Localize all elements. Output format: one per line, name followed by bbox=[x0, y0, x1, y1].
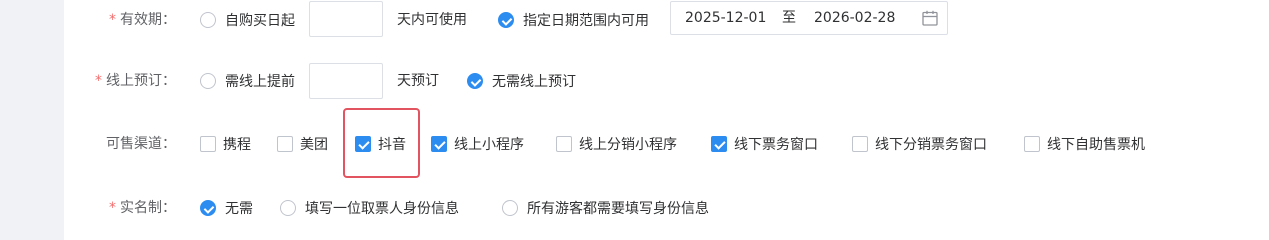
sales-channels-row: 可售渠道： 携程 美团 抖音 线上小程序 线上分销小程序 线下票务窗口 线下分销… bbox=[0, 124, 1269, 164]
required-mark: * bbox=[109, 200, 116, 216]
range-separator: 至 bbox=[782, 10, 796, 26]
radio-from-purchase-label: 自购买日起 bbox=[225, 13, 295, 29]
date-range-picker[interactable]: 2025-12-01 至 2026-02-28 bbox=[670, 1, 948, 35]
channel-douyin[interactable]: 抖音 bbox=[355, 124, 406, 164]
radio-no-online-booking-label: 无需线上预订 bbox=[492, 74, 576, 90]
radio-date-range[interactable]: 指定日期范围内可用 bbox=[498, 0, 649, 40]
validity-days-input[interactable] bbox=[309, 1, 383, 37]
end-date: 2026-02-28 bbox=[814, 10, 896, 26]
advance-days-input[interactable] bbox=[309, 63, 383, 99]
checkbox[interactable] bbox=[1024, 136, 1040, 152]
checkbox[interactable] bbox=[277, 136, 293, 152]
radio-circle[interactable] bbox=[200, 73, 216, 89]
radio-real-name-one-person[interactable]: 填写一位取票人身份信息 bbox=[280, 188, 459, 228]
radio-real-name-all-visitors[interactable]: 所有游客都需要填写身份信息 bbox=[502, 188, 709, 228]
radio-advance-booking[interactable]: 需线上提前 bbox=[200, 61, 295, 101]
checkbox[interactable] bbox=[852, 136, 868, 152]
radio-circle-checked[interactable] bbox=[467, 73, 483, 89]
checkbox[interactable] bbox=[200, 136, 216, 152]
validity-days-suffix: 天内可使用 bbox=[397, 12, 467, 28]
start-date: 2025-12-01 bbox=[685, 10, 767, 26]
advance-days-suffix: 天预订 bbox=[397, 73, 439, 89]
sales-channels-label: 可售渠道： bbox=[106, 136, 176, 152]
validity-label: * 有效期： bbox=[109, 12, 176, 28]
real-name-label: * 实名制： bbox=[109, 200, 176, 216]
validity-row: * 有效期： 自购买日起 天内可使用 指定日期范围内可用 2025-12-01 至… bbox=[0, 0, 1269, 40]
channel-online-miniprogram[interactable]: 线上小程序 bbox=[431, 124, 524, 164]
channel-ctrip[interactable]: 携程 bbox=[200, 124, 251, 164]
radio-date-range-label: 指定日期范围内可用 bbox=[523, 13, 649, 29]
radio-circle[interactable] bbox=[280, 200, 296, 216]
online-booking-row: * 线上预订： 需线上提前 天预订 无需线上预订 bbox=[0, 61, 1269, 101]
required-mark: * bbox=[95, 73, 102, 89]
checkbox-checked[interactable] bbox=[431, 136, 447, 152]
radio-from-purchase[interactable]: 自购买日起 bbox=[200, 0, 295, 40]
radio-advance-booking-label: 需线上提前 bbox=[225, 74, 295, 90]
channel-online-distribution-miniprogram[interactable]: 线上分销小程序 bbox=[556, 124, 677, 164]
checkbox-checked[interactable] bbox=[355, 136, 371, 152]
radio-circle-checked[interactable] bbox=[498, 12, 514, 28]
real-name-row: * 实名制： 无需 填写一位取票人身份信息 所有游客都需要填写身份信息 bbox=[0, 188, 1269, 228]
radio-circle[interactable] bbox=[200, 12, 216, 28]
radio-circle-checked[interactable] bbox=[200, 200, 216, 216]
calendar-icon[interactable] bbox=[921, 9, 939, 27]
checkbox[interactable] bbox=[556, 136, 572, 152]
radio-circle[interactable] bbox=[502, 200, 518, 216]
radio-real-name-none[interactable]: 无需 bbox=[200, 188, 253, 228]
radio-no-online-booking[interactable]: 无需线上预订 bbox=[467, 61, 576, 101]
channel-self-service-machine[interactable]: 线下自助售票机 bbox=[1024, 124, 1145, 164]
channel-meituan[interactable]: 美团 bbox=[277, 124, 328, 164]
required-mark: * bbox=[109, 12, 116, 28]
channel-offline-ticket-window[interactable]: 线下票务窗口 bbox=[711, 124, 818, 164]
online-booking-label: * 线上预订： bbox=[95, 73, 176, 89]
checkbox-checked[interactable] bbox=[711, 136, 727, 152]
channel-offline-distribution-window[interactable]: 线下分销票务窗口 bbox=[852, 124, 987, 164]
